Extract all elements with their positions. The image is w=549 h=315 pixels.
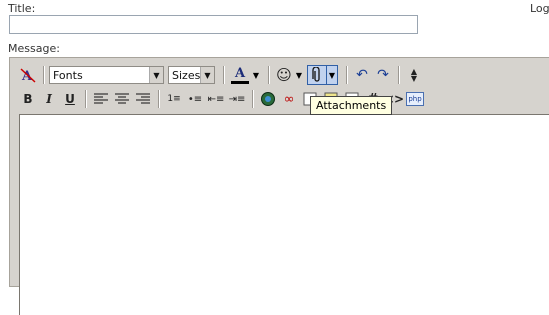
toolbar-row-1: A Fonts ▼ Sizes ▼ A ▼ ☺ ▼ ▼ ↶ ↷ ▲ ▼ <box>10 63 425 87</box>
chevron-down-icon: ▼ <box>149 67 163 83</box>
text-color-swatch <box>231 80 249 84</box>
separator <box>346 66 348 84</box>
italic-button[interactable]: I <box>39 89 59 109</box>
attachments-tooltip: Attachments <box>310 96 393 115</box>
fonts-select[interactable]: Fonts ▼ <box>49 66 164 84</box>
log-link[interactable]: Log <box>530 2 549 15</box>
message-editor: A Fonts ▼ Sizes ▼ A ▼ ☺ ▼ ▼ ↶ ↷ ▲ ▼ B I … <box>9 57 549 315</box>
ordered-list-icon[interactable]: 1≡ <box>164 89 184 109</box>
text-color-button[interactable]: A <box>229 65 251 85</box>
outdent-icon[interactable]: ⇤≡ <box>206 89 226 109</box>
text-color-icon: A <box>234 65 246 81</box>
separator <box>268 66 270 84</box>
chevron-down-icon[interactable]: ▼ <box>326 66 337 84</box>
remove-format-icon[interactable]: A <box>18 65 38 85</box>
sizes-select[interactable]: Sizes ▼ <box>168 66 215 84</box>
separator <box>252 90 254 108</box>
sizes-select-label: Sizes <box>172 68 201 82</box>
redo-icon[interactable]: ↷ <box>373 65 393 85</box>
undo-icon[interactable]: ↶ <box>352 65 372 85</box>
title-input[interactable] <box>9 15 418 34</box>
separator <box>158 90 160 108</box>
attachments-button[interactable]: ▼ <box>307 65 338 85</box>
smiley-icon[interactable]: ☺ <box>274 65 294 85</box>
paperclip-icon <box>308 66 326 84</box>
bold-button[interactable]: B <box>18 89 38 109</box>
php-button[interactable]: php <box>405 89 425 109</box>
title-label: Title: <box>8 2 36 15</box>
separator <box>223 66 225 84</box>
remove-link-icon[interactable]: ∞ <box>279 89 299 109</box>
fonts-select-label: Fonts <box>53 68 83 82</box>
message-label: Message: <box>8 42 60 55</box>
separator <box>85 90 87 108</box>
indent-icon[interactable]: ⇥≡ <box>227 89 247 109</box>
separator <box>43 66 45 84</box>
insert-link-icon[interactable] <box>258 89 278 109</box>
align-right-icon[interactable] <box>133 89 153 109</box>
php-label: php <box>406 92 424 106</box>
separator <box>398 66 400 84</box>
align-center-icon[interactable] <box>112 89 132 109</box>
chevron-down-icon[interactable]: ▼ <box>252 71 260 80</box>
unordered-list-icon[interactable]: •≡ <box>185 89 205 109</box>
resize-toggle-icon[interactable]: ▲ ▼ <box>404 65 424 85</box>
message-textarea[interactable] <box>19 114 549 315</box>
align-left-icon[interactable] <box>91 89 111 109</box>
chevron-down-icon[interactable]: ▼ <box>295 71 303 80</box>
underline-button[interactable]: U <box>60 89 80 109</box>
chevron-down-icon: ▼ <box>200 67 214 83</box>
